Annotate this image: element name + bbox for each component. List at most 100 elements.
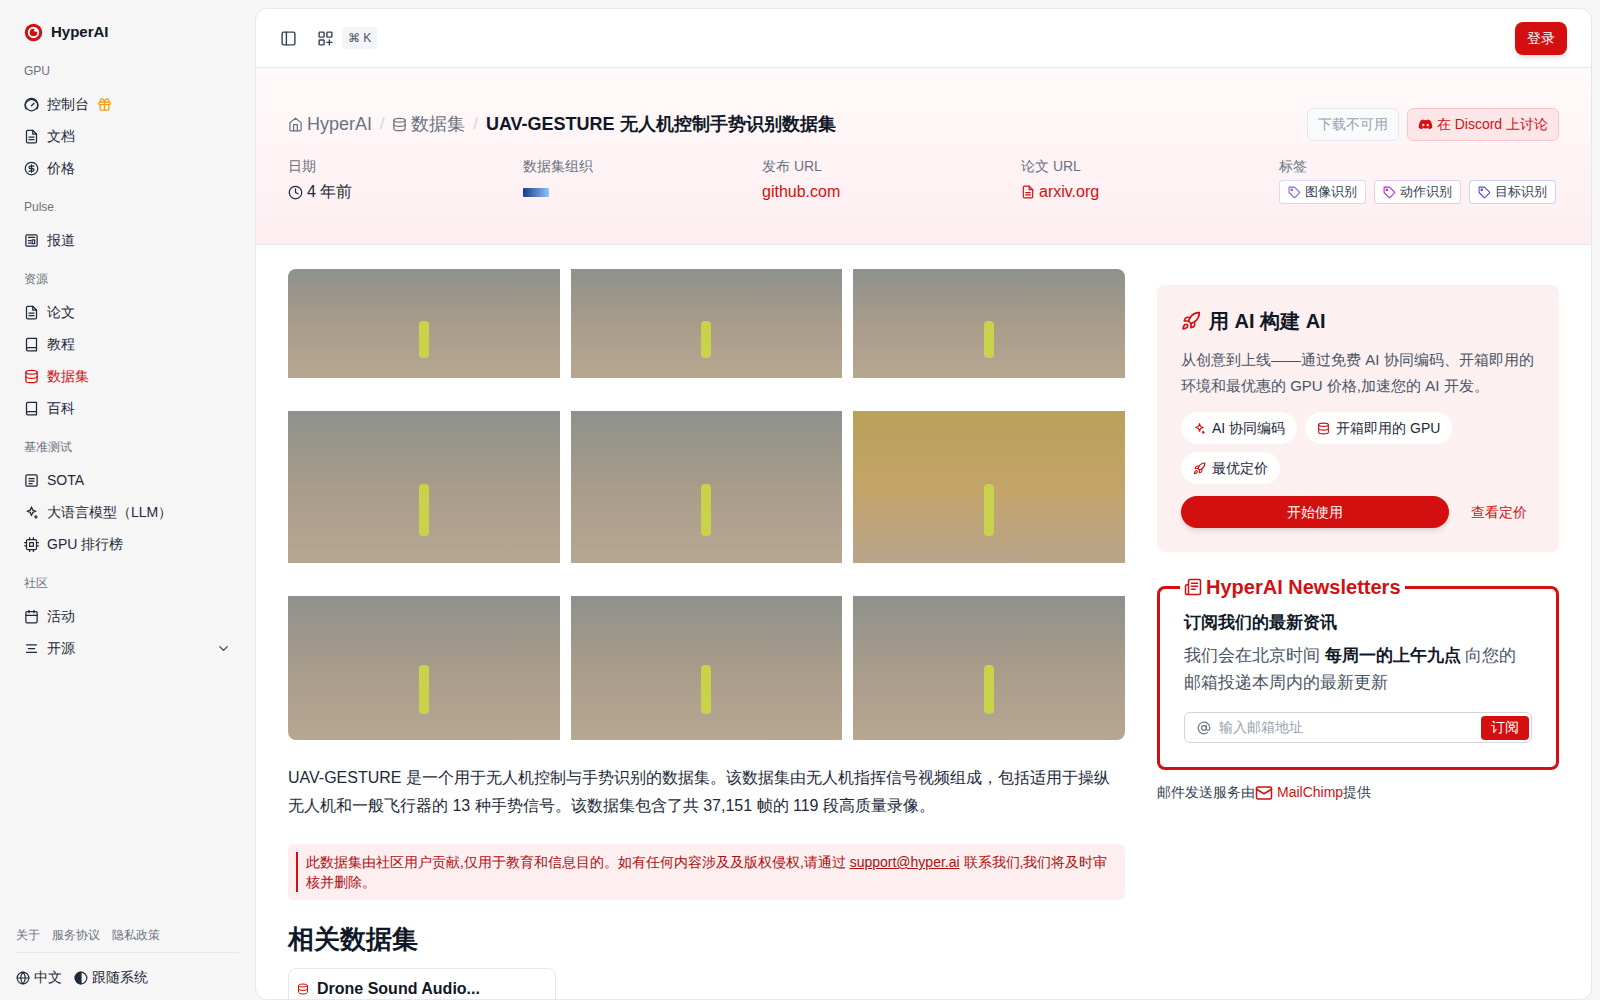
gauge-icon [24,97,39,112]
dataset-body: UAV-GESTURE 是一个用于无人机控制与手势识别的数据集。该数据集由无人机… [288,269,1125,1000]
meta-label: 论文 URL [1021,158,1279,174]
tag[interactable]: 图像识别 [1279,180,1366,204]
book-icon [24,337,39,352]
breadcrumb-separator: / [380,112,384,136]
sidebar-item[interactable]: 控制台 [16,88,239,120]
footer-link[interactable]: 服务协议 [52,926,100,944]
footer-link[interactable]: 隐私政策 [112,926,160,944]
meta-row: 日期4 年前数据集组织发布 URLgithub.com论文 URLarxiv.o… [288,158,1559,204]
rocket-icon [1181,311,1201,331]
login-button[interactable]: 登录 [1515,22,1567,55]
paper-icon [1021,185,1035,199]
subscribe-button[interactable]: 订阅 [1481,716,1529,740]
feature-chip: 开箱即用的 GPU [1305,412,1452,444]
feature-chip: 最优定价 [1181,452,1280,484]
sidebar-item[interactable]: 数据集 [16,360,239,392]
mailchimp-link[interactable]: MailChimp [1277,782,1343,803]
action-button[interactable]: 在 Discord 上讨论 [1407,108,1559,141]
clock-icon [288,185,303,200]
theme-switch[interactable]: 跟随系统 [74,967,148,988]
document-icon [24,129,39,144]
document-icon [24,305,39,320]
sidebar-toggle-icon[interactable] [280,30,297,47]
tag[interactable]: 动作识别 [1374,180,1461,204]
footer-links: 关于服务协议隐私政策 [16,926,239,953]
related-card[interactable]: Drone Sound Audio... [288,968,556,1000]
section-title: 资源 [16,271,239,287]
sidebar-item[interactable]: 报道 [16,224,239,256]
header-actions: 下载不可用在 Discord 上讨论 [1307,108,1559,141]
sidebar-item[interactable]: GPU 排行榜 [16,528,239,560]
meta-label: 日期 [288,158,523,174]
sidebar-section: Pulse报道 [16,184,239,256]
breadcrumb: HyperAI/数据集/UAV-GESTURE 无人机控制手势识别数据集 [288,111,836,138]
dataset-header: HyperAI/数据集/UAV-GESTURE 无人机控制手势识别数据集下载不可… [256,68,1591,245]
sparkles-icon [24,505,39,520]
sidebar-item[interactable]: 教程 [16,328,239,360]
related-title: 相关数据集 [288,922,1125,956]
feature-chip: AI 协同编码 [1181,412,1297,444]
release-link[interactable]: github.com [762,180,840,204]
paper-link[interactable]: arxiv.org [1039,180,1099,204]
section-title: 社区 [16,575,239,591]
meta-tags: 标签图像识别动作识别目标识别 [1279,158,1559,204]
sidebar-item[interactable]: 开源 [16,632,239,664]
breadcrumb-separator: / [473,112,477,136]
sidebar-item[interactable]: 大语言模型（LLM） [16,496,239,528]
home-icon [288,117,303,132]
start-button[interactable]: 开始使用 [1181,496,1449,528]
footer-link[interactable]: 关于 [16,926,40,944]
meta-label: 数据集组织 [523,158,762,174]
breadcrumb-item[interactable]: HyperAI [288,111,372,138]
sidebar-item[interactable]: 论文 [16,296,239,328]
top-bar: ⌘ K 登录 [256,9,1591,68]
logo[interactable]: HyperAI [16,16,239,48]
subscribe-form: 订阅 [1184,712,1532,743]
newspaper-icon [24,233,39,248]
sidebar-item[interactable]: 百科 [16,392,239,424]
content: UAV-GESTURE 是一个用于无人机控制与手势识别的数据集。该数据集由无人机… [256,245,1591,999]
meta-paper-url: 论文 URL arxiv.org [1021,158,1279,204]
meta-release-url: 发布 URLgithub.com [762,158,1021,204]
list-icon [24,473,39,488]
breadcrumb-item[interactable]: 数据集 [392,111,465,138]
tag-icon [1383,186,1396,199]
support-email-link[interactable]: support@hyper.ai [850,854,960,870]
chevron-icon[interactable] [216,641,231,656]
sidebar-settings: 中文跟随系统 [16,953,239,988]
discord-icon [1418,117,1433,132]
database-icon [392,117,407,132]
database-icon [297,983,309,995]
globe-icon [16,971,30,985]
section-title: GPU [16,63,239,79]
tag[interactable]: 目标识别 [1469,180,1556,204]
action-button[interactable]: 下载不可用 [1307,108,1399,141]
email-input[interactable] [1219,717,1473,738]
dataset-preview-image [288,269,1125,740]
sidebar-item[interactable]: 文档 [16,120,239,152]
meta-label: 标签 [1279,158,1559,174]
command-button[interactable]: ⌘ K [317,27,377,49]
sidebar-section: GPU 控制台文档价格 [16,48,239,184]
header-row: HyperAI/数据集/UAV-GESTURE 无人机控制手势识别数据集下载不可… [288,108,1559,140]
newsletter-icon [1184,578,1202,596]
shortcut-key: ⌘ K [342,27,377,49]
meta-organization: 数据集组织 [523,158,762,204]
language-switch[interactable]: 中文 [16,967,62,988]
contrast-icon [74,971,88,985]
organization-logo[interactable] [523,188,549,197]
pricing-link[interactable]: 查看定价 [1471,502,1527,523]
sidebar-item[interactable]: 价格 [16,152,239,184]
feature-list: AI 协同编码开箱即用的 GPU 最优定价 [1181,412,1535,484]
newsletter-box: HyperAI Newsletters订阅我们的最新资讯我们会在北京时间 每周一… [1157,572,1559,770]
sidebar-nav: GPU 控制台文档价格Pulse报道资源论文教程数据集百科基准测试 SOTA大语言模… [16,48,239,664]
sidebar-item[interactable]: SOTA [16,464,239,496]
main-panel: ⌘ K登录HyperAI/数据集/UAV-GESTURE 无人机控制手势识别数据… [255,8,1592,1000]
book-icon [24,401,39,416]
tag-icon [1288,186,1301,199]
at-icon [1197,721,1211,735]
hyperai-logo-icon [24,23,43,42]
sidebar-item[interactable]: 活动 [16,600,239,632]
cpu-icon [24,537,39,552]
section-title: 基准测试 [16,439,239,455]
